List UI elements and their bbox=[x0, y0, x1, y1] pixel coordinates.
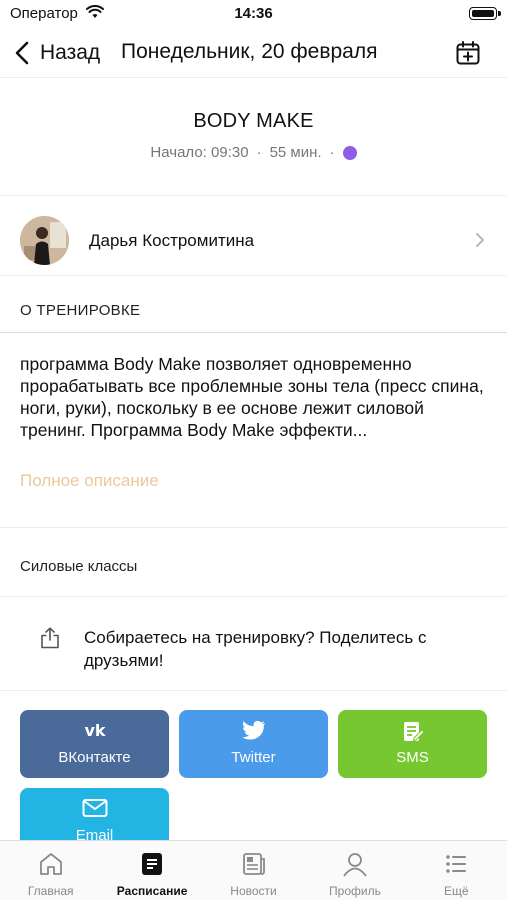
share-prompt-text: Собираетесь на тренировку? Поделитесь с … bbox=[84, 628, 427, 670]
trainer-row[interactable]: Дарья Костромитина bbox=[0, 196, 507, 276]
duration: 55 мин. bbox=[269, 144, 322, 161]
tab-news-label: Новости bbox=[230, 884, 277, 898]
class-description: программа Body Make позволяет одновремен… bbox=[20, 354, 484, 440]
chevron-right-icon bbox=[476, 233, 484, 247]
trainer-avatar bbox=[20, 216, 69, 265]
calendar-add-icon[interactable] bbox=[455, 40, 481, 66]
profile-icon bbox=[343, 853, 367, 877]
tab-profile[interactable]: Профиль bbox=[304, 841, 405, 900]
tab-more[interactable]: Ещё bbox=[406, 841, 507, 900]
about-section-header: О ТРЕНИРОВКЕ bbox=[0, 276, 507, 333]
page-title: Понедельник, 20 февраля bbox=[121, 40, 378, 63]
battery-icon bbox=[469, 7, 501, 20]
divider bbox=[0, 527, 507, 528]
tab-schedule-label: Расписание bbox=[116, 884, 188, 898]
class-header: BODY MAKE Начало: 09:30 · 55 мин. · bbox=[0, 78, 507, 196]
clock: 14:36 bbox=[234, 5, 273, 22]
back-label: Назад bbox=[40, 41, 101, 64]
about-section-label: О ТРЕНИРОВКЕ bbox=[20, 302, 141, 319]
class-color-dot bbox=[342, 145, 357, 160]
trainer-name: Дарья Костромитина bbox=[89, 231, 255, 250]
vk-icon: vk bbox=[84, 721, 105, 740]
class-meta: Начало: 09:30 · 55 мин. · bbox=[0, 144, 507, 161]
tab-news[interactable]: Новости bbox=[203, 841, 304, 900]
tab-home[interactable]: Главная bbox=[0, 841, 101, 900]
news-icon bbox=[242, 853, 265, 875]
navigation-bar: Назад Понедельник, 20 февраля bbox=[0, 28, 507, 78]
class-category: Силовые классы bbox=[20, 558, 138, 575]
share-prompt: Собираетесь на тренировку? Поделитесь с … bbox=[0, 597, 507, 691]
share-sms-button[interactable]: SMS bbox=[338, 710, 487, 778]
share-twitter-button[interactable]: Twitter bbox=[179, 710, 328, 778]
more-list-icon bbox=[446, 855, 467, 873]
tab-home-label: Главная bbox=[27, 884, 74, 898]
start-time: Начало: 09:30 bbox=[150, 144, 249, 161]
tab-profile-label: Профиль bbox=[329, 884, 381, 898]
chevron-left-icon bbox=[15, 41, 29, 65]
share-vk-button[interactable]: vk ВКонтакте bbox=[20, 710, 169, 778]
meta-separator: · bbox=[329, 144, 335, 161]
class-title: BODY MAKE bbox=[193, 110, 314, 132]
twitter-icon bbox=[241, 720, 265, 740]
status-bar: Оператор 14:36 bbox=[0, 0, 507, 28]
share-twitter-label: Twitter bbox=[231, 749, 276, 766]
svg-text:vk: vk bbox=[84, 721, 105, 740]
home-icon bbox=[39, 853, 62, 875]
tab-more-label: Ещё bbox=[444, 884, 469, 898]
tab-bar: Главная Расписание Новости Профиль Ещё bbox=[0, 840, 507, 900]
tab-schedule[interactable]: Расписание bbox=[101, 841, 202, 900]
sms-icon bbox=[403, 722, 424, 742]
share-sms-label: SMS bbox=[396, 749, 429, 766]
envelope-icon bbox=[82, 799, 107, 817]
full-description-link[interactable]: Полное описание bbox=[20, 471, 159, 491]
meta-separator: · bbox=[256, 144, 262, 161]
share-vk-label: ВКонтакте bbox=[58, 749, 131, 766]
share-icon[interactable] bbox=[40, 627, 60, 649]
avatar-photo bbox=[20, 216, 69, 265]
back-button[interactable]: Назад bbox=[14, 38, 100, 68]
schedule-icon bbox=[142, 853, 163, 875]
